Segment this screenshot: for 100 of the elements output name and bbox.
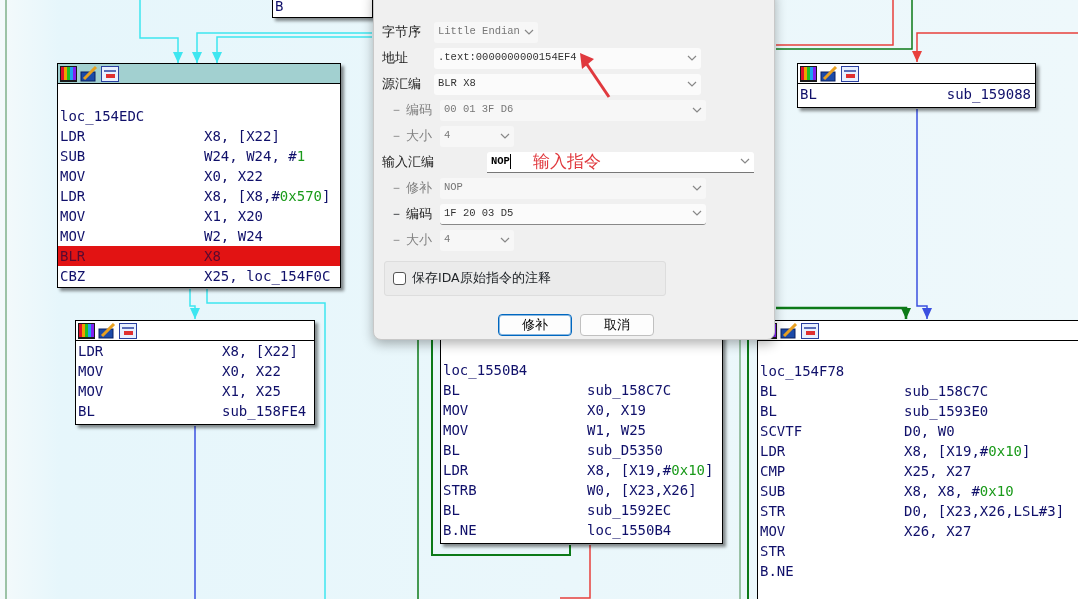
dash-mark: － xyxy=(388,126,404,145)
mnemonic: B.NE xyxy=(760,563,794,579)
mnemonic: LDR xyxy=(760,443,786,459)
mnemonic: STR xyxy=(760,503,786,519)
mnemonic: SUB xyxy=(60,148,86,164)
palette-icon[interactable] xyxy=(78,322,95,339)
mnemonic: MOV xyxy=(443,422,469,438)
field-label: 输入汇编 xyxy=(382,152,435,171)
dropdown-field[interactable]: BLR X8 xyxy=(434,73,701,95)
operand: X25, X27 xyxy=(904,462,972,481)
operand: sub_1593E0 xyxy=(904,402,989,421)
graph-icon[interactable] xyxy=(101,65,119,82)
mnemonic: MOV xyxy=(78,363,104,379)
mnemonic: MOV xyxy=(60,208,86,224)
mnemonic: B xyxy=(275,0,284,14)
mnemonic: STRB xyxy=(443,482,477,498)
dash-mark: － xyxy=(388,178,404,197)
mnemonic: MOV xyxy=(78,383,104,399)
operand: X0, X22 xyxy=(204,167,263,186)
field-label: 大小 xyxy=(406,126,433,145)
annotation-text: 输入指令 xyxy=(533,150,601,173)
operand: X8, [X8,#0x570] xyxy=(204,187,331,206)
dropdown-field[interactable]: 1F 20 03 D5 xyxy=(440,203,706,225)
operand: sub_158C7C xyxy=(904,382,989,401)
mnemonic: CMP xyxy=(760,463,786,479)
code-label[interactable]: loc_1550B4 xyxy=(443,360,528,380)
dropdown-field[interactable]: .text:0000000000154EF4 xyxy=(434,47,701,69)
operand: sub_158FE4 xyxy=(222,402,307,421)
code-label[interactable]: loc_154EDC xyxy=(60,106,145,126)
edge-arrow xyxy=(189,288,200,320)
dash-mark: － xyxy=(388,204,404,223)
palette-icon[interactable] xyxy=(800,65,817,82)
mnemonic: MOV xyxy=(443,402,469,418)
mnemonic: LDR xyxy=(60,188,86,204)
mnemonic: SCVTF xyxy=(760,423,803,439)
chevron-icon[interactable] xyxy=(692,210,702,217)
operand: D0, [X23,X26,LSL#3] xyxy=(904,502,1065,521)
pencil-icon[interactable] xyxy=(820,65,838,82)
field-label: 地址 xyxy=(382,48,409,67)
operand: X8, X8, #0x10 xyxy=(904,482,1014,501)
operand: X8, [X22] xyxy=(222,342,298,361)
operand: loc_1550B4 xyxy=(587,521,672,540)
mnemonic: LDR xyxy=(78,343,104,359)
operand: sub_159088 xyxy=(946,85,1031,104)
mnemonic: CBZ xyxy=(60,268,86,284)
mnemonic: BL xyxy=(443,442,460,458)
operand: W0, [X23,X26] xyxy=(587,481,697,500)
checkbox-label: 保存IDA原始指令的注释 xyxy=(412,269,551,288)
chevron-icon[interactable] xyxy=(687,54,697,62)
mnemonic: SUB xyxy=(760,483,786,499)
mnemonic: LDR xyxy=(60,128,86,144)
operand: X1, X20 xyxy=(204,207,263,226)
dash-mark: － xyxy=(388,230,404,249)
mnemonic: MOV xyxy=(760,523,786,539)
field-label: 编码 xyxy=(406,204,433,223)
palette-icon[interactable] xyxy=(60,65,77,82)
dialog-button[interactable]: 取消 xyxy=(580,314,654,336)
operand: X0, X22 xyxy=(222,362,281,381)
edge-arrow xyxy=(139,0,183,64)
operand: X0, X19 xyxy=(587,401,646,420)
chevron-icon[interactable] xyxy=(740,158,750,165)
dialog-button[interactable]: 修补 xyxy=(498,314,572,336)
mnemonic: BL xyxy=(443,502,460,518)
operand: X1, X25 xyxy=(222,382,281,401)
graph-icon[interactable] xyxy=(801,322,819,339)
field-label: 修补 xyxy=(406,178,433,197)
operand: X8, [X19,#0x10] xyxy=(904,442,1031,461)
operand: W2, W24 xyxy=(204,227,263,246)
operand: sub_D5350 xyxy=(587,441,663,460)
field-label: 源汇编 xyxy=(382,74,422,93)
pencil-icon[interactable] xyxy=(98,322,116,339)
operand: sub_1592EC xyxy=(587,501,672,520)
mnemonic: MOV xyxy=(60,228,86,244)
operand: X8 xyxy=(204,247,221,266)
checkbox[interactable] xyxy=(393,272,406,285)
field-label: 字节序 xyxy=(382,22,422,41)
pencil-icon[interactable] xyxy=(780,322,798,339)
operand: D0, W0 xyxy=(904,422,955,441)
mnemonic: BL xyxy=(800,86,817,102)
code-label[interactable]: loc_154F78 xyxy=(760,361,845,381)
mnemonic: B.NE xyxy=(443,522,477,538)
mnemonic: BLR xyxy=(60,248,86,264)
chevron-icon[interactable] xyxy=(687,80,697,88)
operand: W1, W25 xyxy=(587,421,646,440)
pencil-icon[interactable] xyxy=(80,65,98,82)
mnemonic: BL xyxy=(78,403,95,419)
mnemonic: MOV xyxy=(60,168,86,184)
mnemonic: BL xyxy=(443,382,460,398)
operand: X26, X27 xyxy=(904,522,972,541)
graph-icon[interactable] xyxy=(841,65,859,82)
field-label: 大小 xyxy=(406,230,433,249)
operand: X8, [X22] xyxy=(204,127,280,146)
operand: X8, [X19,#0x10] xyxy=(587,461,714,480)
mnemonic: BL xyxy=(760,383,777,399)
dash-mark: － xyxy=(388,100,404,119)
graph-icon[interactable] xyxy=(119,322,137,339)
operand: X25, loc_154F0C xyxy=(204,267,331,286)
operand: sub_158C7C xyxy=(587,381,672,400)
field-label: 编码 xyxy=(406,100,433,119)
mnemonic: LDR xyxy=(443,462,469,478)
